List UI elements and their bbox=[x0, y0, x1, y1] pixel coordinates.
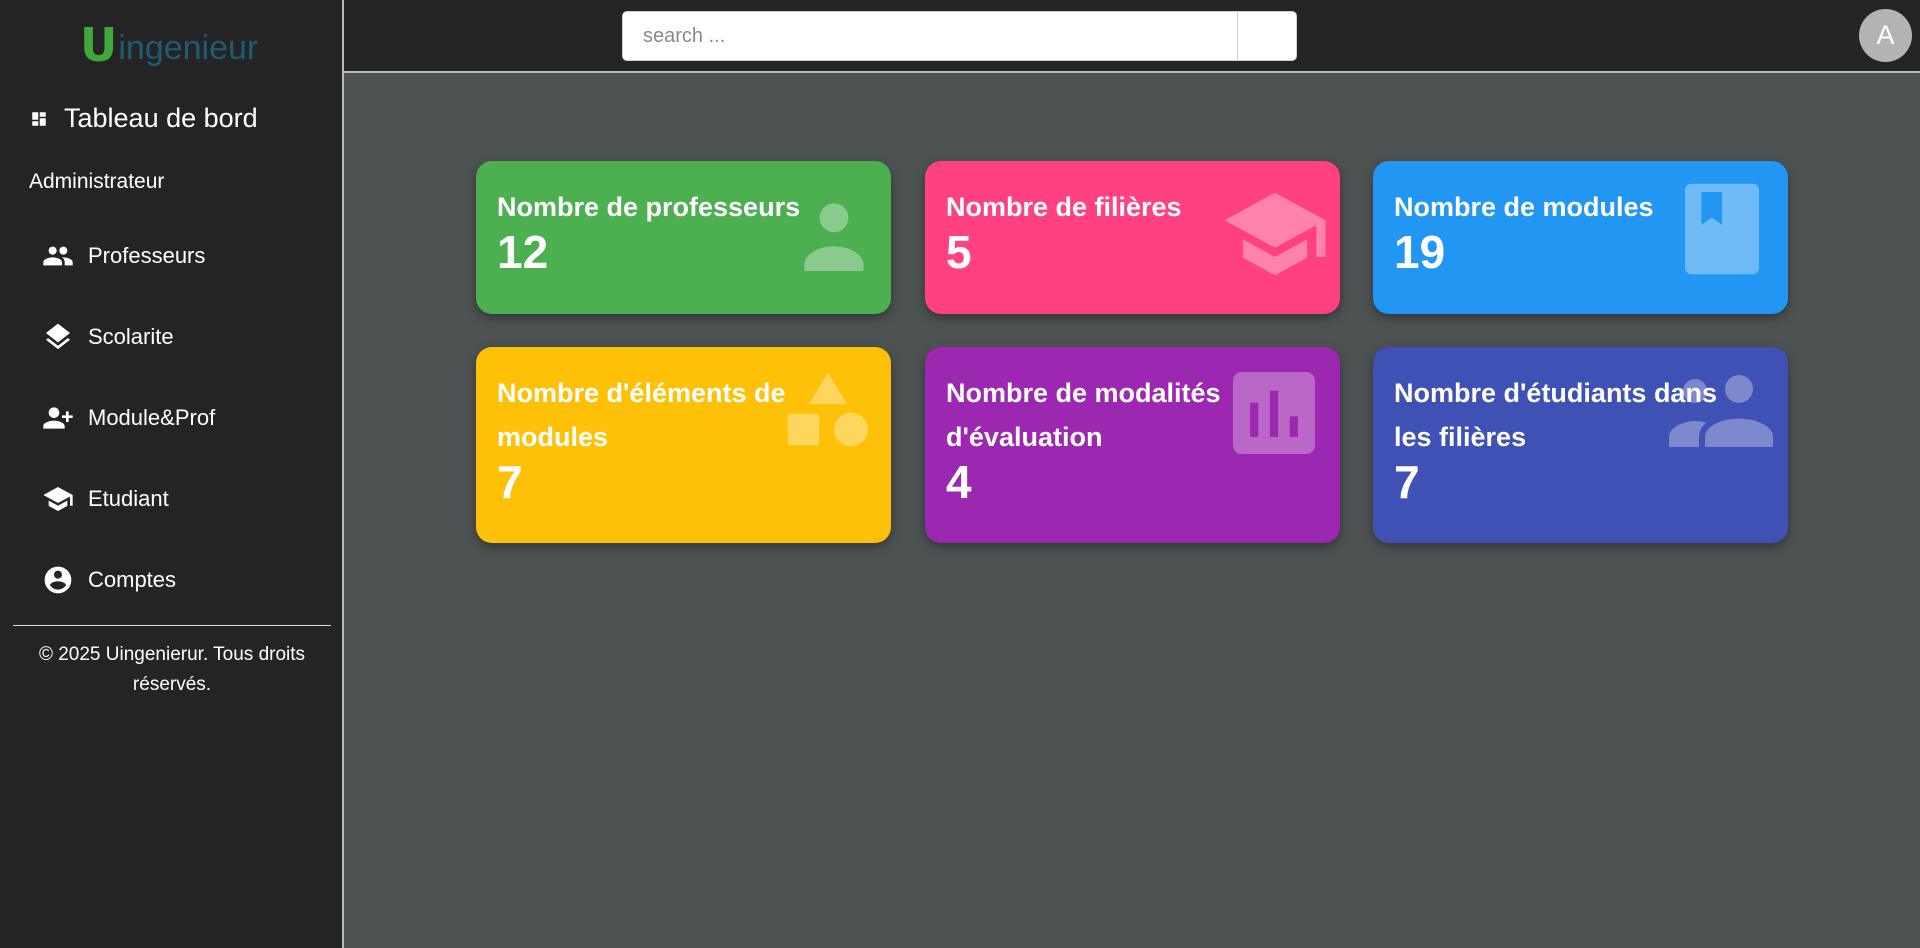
search-bar bbox=[622, 11, 1297, 61]
layers-icon bbox=[46, 323, 70, 350]
group-icon bbox=[1669, 375, 1773, 447]
card-value: 7 bbox=[1394, 456, 1420, 508]
stat-card-elements-modules[interactable]: Nombre d'éléments de modules 7 bbox=[476, 347, 891, 543]
logo-letter: U bbox=[80, 18, 118, 72]
sidebar-item-label: Etudiant bbox=[88, 486, 169, 511]
book-icon bbox=[1685, 183, 1759, 275]
topbar: A bbox=[344, 0, 1920, 73]
stat-card-filieres[interactable]: Nombre de filières 5 bbox=[925, 161, 1340, 314]
stat-card-professeurs[interactable]: Nombre de professeurs 12 bbox=[476, 161, 891, 314]
bar-chart-icon bbox=[1233, 372, 1315, 454]
logo-text: ingenieur bbox=[118, 29, 259, 67]
card-value: 19 bbox=[1394, 226, 1446, 278]
avatar[interactable]: A bbox=[1859, 9, 1912, 62]
card-title: Nombre de modules bbox=[1394, 192, 1654, 222]
search-input[interactable] bbox=[623, 12, 1237, 60]
card-value: 4 bbox=[946, 456, 972, 508]
card-value: 12 bbox=[497, 226, 549, 278]
stat-card-etudiants[interactable]: Nombre d'étudiants dans les filières 7 bbox=[1373, 347, 1788, 543]
account-circle-icon bbox=[44, 566, 72, 594]
search-button[interactable] bbox=[1237, 12, 1296, 60]
sidebar-item-label: Professeurs bbox=[88, 243, 206, 268]
sidebar-footer: © 2025 Uingenierur. Tous droits réservés… bbox=[38, 644, 306, 695]
stat-card-modalites[interactable]: Nombre de modalités d'évaluation 4 bbox=[925, 347, 1340, 543]
sidebar-item-label: Module&Prof bbox=[88, 405, 216, 430]
card-value: 5 bbox=[946, 226, 972, 278]
shapes-icon bbox=[787, 372, 868, 447]
sidebar-divider bbox=[13, 625, 331, 626]
sidebar-item-label: Comptes bbox=[88, 567, 177, 592]
sidebar-item-module-prof[interactable]: Module&Prof bbox=[42, 398, 215, 438]
sidebar-item-dashboard[interactable]: Tableau de bord bbox=[30, 103, 258, 134]
section-label-admin: Administrateur bbox=[29, 170, 165, 193]
sidebar-item-scolarite[interactable]: Scolarite bbox=[42, 317, 174, 357]
school-icon bbox=[43, 487, 73, 511]
sidebar-item-professeurs[interactable]: Professeurs bbox=[42, 236, 205, 276]
sidebar-item-comptes[interactable]: Comptes bbox=[42, 560, 176, 600]
sidebar: U ingenieur Tableau de bord Administrate… bbox=[0, 0, 344, 948]
sidebar-item-dashboard-label: Tableau de bord bbox=[64, 103, 258, 133]
dashboard-icon bbox=[32, 111, 46, 126]
sidebar-item-label: Scolarite bbox=[88, 324, 174, 349]
person-add-icon bbox=[43, 407, 73, 429]
person-icon bbox=[804, 203, 864, 271]
brand-logo[interactable]: U ingenieur bbox=[80, 20, 258, 68]
people-icon bbox=[43, 246, 73, 266]
stat-card-modules[interactable]: Nombre de modules 19 bbox=[1373, 161, 1788, 314]
card-value: 7 bbox=[497, 456, 523, 508]
graduation-cap-icon bbox=[1224, 192, 1326, 276]
sidebar-item-etudiant[interactable]: Etudiant bbox=[42, 479, 169, 519]
